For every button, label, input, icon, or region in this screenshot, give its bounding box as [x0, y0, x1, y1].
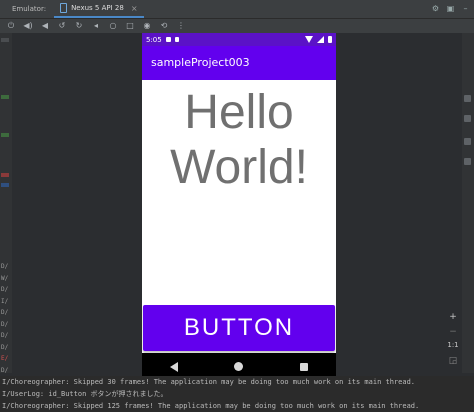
right-strip: [462, 33, 474, 373]
gutter-marker: [1, 183, 9, 187]
sidebar-tool-icon[interactable]: [464, 158, 471, 165]
overview-icon[interactable]: □: [124, 20, 136, 32]
nav-back-icon[interactable]: [170, 361, 179, 372]
settings-icon[interactable]: ⚙: [431, 4, 440, 13]
device-screen[interactable]: 5:05 sampleProject003 Hello World! BUTTO…: [142, 33, 336, 380]
power-icon[interactable]: ⏻: [5, 20, 17, 32]
gutter-letter: D/: [1, 343, 9, 351]
gutter-letter: D/: [1, 286, 9, 293]
gutter-letter: W/: [1, 274, 9, 282]
gutter-letter: D/: [1, 263, 9, 270]
screenshot-icon[interactable]: ◉: [141, 20, 153, 32]
main-button[interactable]: BUTTON: [143, 305, 335, 351]
battery-icon: [328, 36, 332, 43]
gutter-marker: [1, 95, 9, 99]
app-bar-title: sampleProject003: [142, 46, 336, 80]
tool-window-title: Emulator:: [12, 5, 47, 13]
settings-notification-icon: [165, 37, 171, 42]
gutter-letter: D/: [1, 366, 9, 374]
status-bar: 5:05: [142, 33, 336, 46]
status-time: 5:05: [146, 35, 162, 44]
left-gutter: D/ W/ D/ I/ D/ D/ D/ D/ E/ D/ I/: [0, 33, 12, 385]
sidebar-tool-icon[interactable]: [464, 95, 471, 102]
zoom-actual-size-button[interactable]: 1:1: [446, 341, 460, 349]
logcat-line: I/UserLog: id_Button ボタンが押されました。: [0, 388, 474, 400]
zoom-out-button[interactable]: −: [446, 327, 460, 337]
gutter-marker: [1, 38, 9, 42]
device-tab[interactable]: Nexus 5 API 28 ×: [54, 0, 144, 18]
zoom-fit-icon[interactable]: ◲: [446, 356, 460, 366]
snapshot-icon[interactable]: ⟲: [158, 20, 170, 32]
gutter-letter: D/: [1, 320, 9, 328]
back-icon[interactable]: ◂: [90, 20, 102, 32]
logcat-line: I/Choreographer: Skipped 125 frames! The…: [0, 400, 474, 412]
sidebar-tool-icon[interactable]: [464, 138, 471, 145]
logcat-line: I/Choreographer: Skipped 30 frames! The …: [0, 376, 474, 388]
signal-icon: [317, 36, 324, 43]
close-tab-icon[interactable]: ×: [131, 4, 138, 13]
emulator-tool-window-header: Emulator: Nexus 5 API 28 × ⚙ ▣ –: [0, 0, 474, 19]
rotate-right-icon[interactable]: ↻: [73, 20, 85, 32]
emulator-toolbar: ⏻ ◀) ◀ ↺ ↻ ◂ ○ □ ◉ ⟲ ⋮: [0, 19, 474, 33]
gutter-letter: I/: [1, 297, 9, 305]
sidebar-tool-icon[interactable]: [464, 115, 471, 122]
gutter-letter: E/: [1, 355, 9, 362]
nav-home-icon[interactable]: [234, 362, 244, 371]
zoom-in-button[interactable]: +: [446, 312, 460, 322]
volume-up-icon[interactable]: ◀): [22, 20, 34, 32]
sd-card-icon: [174, 37, 179, 42]
gutter-letter: D/: [1, 309, 9, 316]
layout-icon[interactable]: ▣: [446, 4, 455, 13]
device-icon: [60, 3, 68, 13]
more-icon[interactable]: ⋮: [175, 20, 187, 32]
nav-recents-icon[interactable]: [299, 362, 308, 371]
volume-down-icon[interactable]: ◀: [39, 20, 51, 32]
gutter-letter: D/: [1, 332, 9, 339]
gutter-marker: [1, 173, 9, 177]
gutter-marker: [1, 133, 9, 137]
home-icon[interactable]: ○: [107, 20, 119, 32]
wifi-icon: [305, 36, 313, 43]
hide-icon[interactable]: –: [461, 4, 470, 13]
rotate-left-icon[interactable]: ↺: [56, 20, 68, 32]
hello-world-text: Hello World!: [170, 86, 308, 194]
device-tab-label: Nexus 5 API 28: [71, 4, 124, 12]
